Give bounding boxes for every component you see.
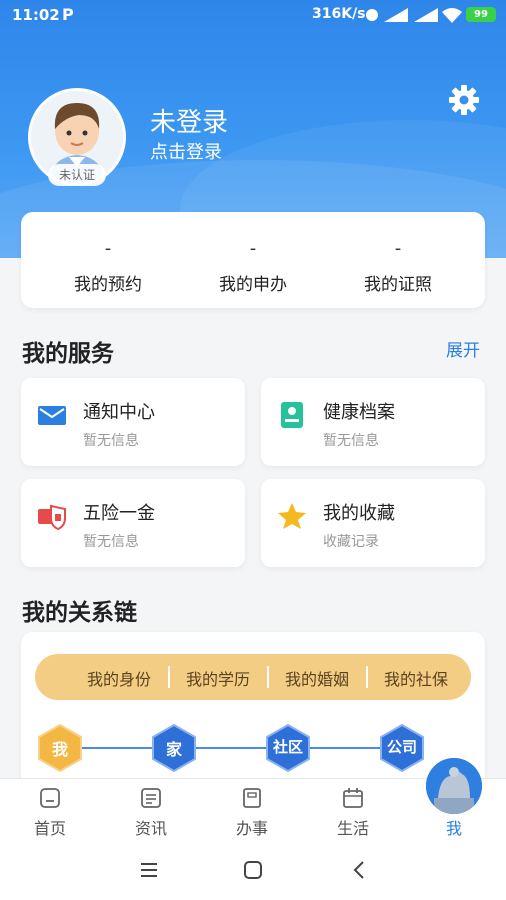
signal-icon bbox=[384, 8, 408, 22]
relationship-chain-card: 我的身份 我的学历 我的婚姻 我的社保 我 家 社区 公司 bbox=[21, 632, 485, 792]
node-community[interactable]: 社区 bbox=[264, 736, 312, 757]
service-favorites[interactable]: 我的收藏 收藏记录 bbox=[261, 479, 485, 567]
stat-value: - bbox=[394, 238, 402, 259]
stat-appointments[interactable]: - 我的预约 bbox=[33, 212, 183, 295]
tab-news[interactable]: 资讯 bbox=[101, 779, 201, 841]
tab-label: 办事 bbox=[235, 819, 268, 838]
gear-icon[interactable] bbox=[448, 84, 480, 116]
home-icon bbox=[40, 788, 60, 808]
stats-card: - 我的预约 - 我的申办 - 我的证照 bbox=[21, 212, 485, 308]
service-subtitle: 暂无信息 bbox=[323, 433, 379, 449]
status-time: 11:02 bbox=[12, 6, 60, 24]
tab-life[interactable]: 生活 bbox=[303, 779, 403, 841]
system-nav-bar bbox=[0, 840, 506, 900]
signal-icon bbox=[414, 8, 438, 22]
relationship-chain-title: 我的关系链 bbox=[22, 600, 137, 626]
tab-home[interactable]: 首页 bbox=[0, 779, 100, 841]
node-me[interactable]: 我 bbox=[36, 736, 84, 760]
chain-connector bbox=[81, 747, 421, 749]
mail-icon bbox=[38, 406, 66, 425]
tab-label: 首页 bbox=[33, 819, 66, 838]
service-notification-center[interactable]: 通知中心 暂无信息 bbox=[21, 378, 245, 466]
tab-label: 我 bbox=[445, 819, 462, 838]
service-title: 五险一金 bbox=[83, 503, 155, 524]
relationship-tags: 我的身份 我的学历 我的婚姻 我的社保 bbox=[35, 654, 471, 700]
stat-applications[interactable]: - 我的申办 bbox=[178, 212, 328, 295]
service-insurance-fund[interactable]: 五险一金 暂无信息 bbox=[21, 479, 245, 567]
menu-icon[interactable] bbox=[137, 858, 161, 882]
tag-social-security[interactable]: 我的社保 bbox=[367, 666, 465, 690]
service-title: 健康档案 bbox=[323, 402, 395, 423]
certification-badge: 未认证 bbox=[48, 164, 106, 186]
stat-label: 我的预约 bbox=[74, 275, 142, 295]
login-link[interactable]: 点击登录 bbox=[150, 138, 222, 164]
health-record-icon bbox=[281, 402, 303, 428]
stat-value: - bbox=[249, 238, 257, 259]
tasks-icon bbox=[243, 788, 261, 808]
insurance-icon bbox=[38, 504, 66, 531]
stat-label: 我的证照 bbox=[364, 275, 432, 295]
stat-value: - bbox=[104, 238, 112, 259]
wifi-icon bbox=[442, 8, 462, 23]
back-icon[interactable] bbox=[347, 858, 371, 882]
service-title: 我的收藏 bbox=[323, 503, 395, 524]
network-speed: 316K/s bbox=[312, 6, 366, 22]
news-icon bbox=[141, 788, 161, 808]
service-health-record[interactable]: 健康档案 暂无信息 bbox=[261, 378, 485, 466]
tab-label: 资讯 bbox=[134, 819, 167, 838]
tab-tasks[interactable]: 办事 bbox=[202, 779, 302, 841]
user-name: 未登录 bbox=[150, 108, 229, 138]
node-company[interactable]: 公司 bbox=[378, 736, 426, 757]
node-family[interactable]: 家 bbox=[150, 736, 198, 760]
tag-education[interactable]: 我的学历 bbox=[169, 666, 267, 690]
alarm-icon bbox=[366, 9, 378, 21]
stat-licenses[interactable]: - 我的证照 bbox=[323, 212, 473, 295]
stat-label: 我的申办 bbox=[219, 275, 287, 295]
tag-identity[interactable]: 我的身份 bbox=[70, 666, 168, 690]
tab-label: 生活 bbox=[336, 819, 369, 838]
services-title: 我的服务 bbox=[22, 341, 114, 367]
battery-icon: 99 bbox=[466, 7, 496, 22]
service-subtitle: 暂无信息 bbox=[83, 534, 139, 550]
home-button-icon[interactable] bbox=[241, 858, 265, 882]
mascot-statue-icon[interactable] bbox=[426, 758, 482, 814]
service-subtitle: 收藏记录 bbox=[323, 534, 379, 550]
service-title: 通知中心 bbox=[83, 402, 155, 423]
tag-marriage[interactable]: 我的婚姻 bbox=[268, 666, 366, 690]
parking-app-icon: P bbox=[62, 5, 74, 24]
calendar-icon bbox=[343, 788, 363, 808]
status-bar: 11:02 P 316K/s 99 bbox=[0, 0, 506, 32]
expand-button[interactable]: 展开 bbox=[446, 336, 480, 361]
star-icon bbox=[278, 503, 306, 529]
service-subtitle: 暂无信息 bbox=[83, 433, 139, 449]
statue-icon bbox=[426, 758, 482, 814]
